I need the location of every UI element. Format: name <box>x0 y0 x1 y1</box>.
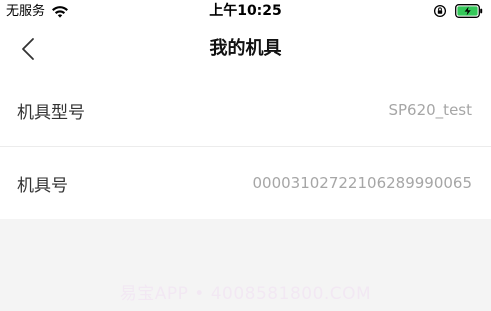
watermark: 易宝APP • 4008581800.COM <box>119 284 372 304</box>
status-bar: 无服务 上午10:25 <box>0 0 491 24</box>
device-number-label: 机具号 <box>17 175 68 196</box>
battery-charging-icon <box>455 4 483 18</box>
orientation-lock-icon <box>433 4 447 18</box>
status-time: 上午10:25 <box>209 3 282 19</box>
device-number-value: 00003102722106289990065 <box>252 174 473 192</box>
device-model-value: SP620_test <box>388 101 472 119</box>
page-title: 我的机具 <box>209 38 282 59</box>
row-device-number: 机具号 00003102722106289990065 <box>0 146 491 219</box>
navigation-bar: 我的机具 <box>0 24 491 74</box>
device-model-label: 机具型号 <box>17 102 85 123</box>
row-device-model: 机具型号 SP620_test <box>0 74 491 146</box>
status-bar-right <box>433 4 483 18</box>
device-info-list: 机具型号 SP620_test 机具号 00003102722106289990… <box>0 74 491 219</box>
